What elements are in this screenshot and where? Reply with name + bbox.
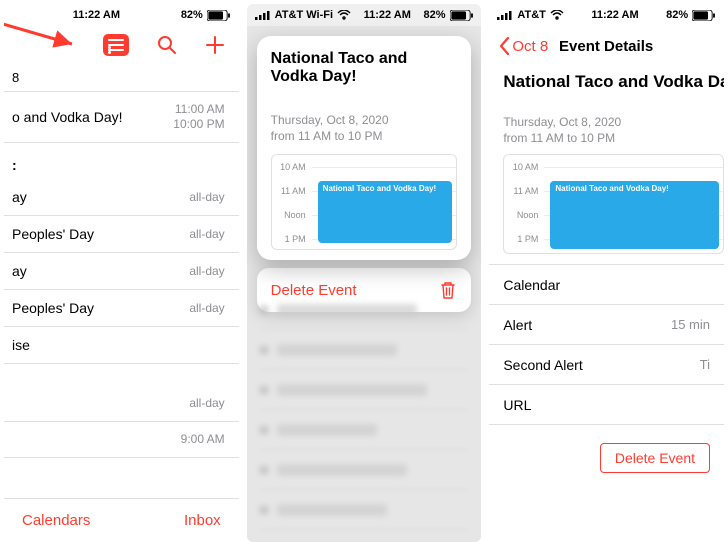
list-item[interactable]: 9:00 AM — [4, 422, 239, 458]
signal-icon — [497, 10, 513, 20]
bottom-toolbar: Calendars Inbox — [4, 498, 239, 542]
event-header: National Taco and Vodka Day! — [489, 66, 724, 92]
toolbar — [4, 26, 239, 64]
nav-bar: Oct 8 Event Details — [489, 26, 724, 66]
list-item[interactable]: all-day — [4, 386, 239, 422]
event-times: 11:00 AM 10:00 PM — [173, 102, 224, 132]
event-title: National Taco and Vodka Day! — [271, 50, 458, 86]
url-cell[interactable]: URL — [489, 385, 724, 425]
inbox-button[interactable]: Inbox — [184, 512, 221, 529]
alert-value: 15 min — [671, 317, 710, 332]
status-bar: AT&T 11:22 AM 82% — [489, 4, 724, 26]
timeline-preview: 10 AM 11 AM Noon 1 PM National Taco and … — [503, 154, 724, 254]
event-list[interactable]: o and Vodka Day! 11:00 AM 10:00 PM : ay … — [4, 91, 239, 498]
battery-percentage: 82% — [181, 9, 203, 21]
date-header: 8 — [4, 64, 239, 91]
section-header: : — [4, 143, 239, 179]
delete-event-button[interactable]: Delete Event — [600, 443, 710, 473]
add-event-icon[interactable] — [205, 35, 225, 55]
signal-icon — [255, 10, 271, 20]
nav-title: Event Details — [498, 38, 714, 55]
list-item[interactable]: ay all-day — [4, 179, 239, 216]
list-item[interactable]: Peoples' Day all-day — [4, 216, 239, 253]
event-title: National Taco and Vodka Day! — [503, 72, 724, 92]
event-title: o and Vodka Day! — [12, 109, 123, 125]
screen-context-menu: AT&T Wi-Fi 11:22 AM 82% National Taco an… — [247, 4, 482, 542]
second-alert-value: Ti — [700, 357, 710, 372]
screen-event-details: AT&T 11:22 AM 82% Oct 8 Event Details Na… — [489, 4, 724, 542]
battery-icon — [207, 10, 231, 21]
list-item[interactable]: Peoples' Day all-day — [4, 290, 239, 327]
status-time: 11:22 AM — [12, 9, 181, 21]
blurred-background-list — [247, 286, 482, 542]
second-alert-cell[interactable]: Second Alert Ti — [489, 345, 724, 385]
details-list: Calendar Alert 15 min Second Alert Ti UR… — [489, 264, 724, 425]
wifi-icon — [337, 10, 351, 20]
status-time: 11:22 AM — [564, 9, 666, 21]
event-datetime: Thursday, Oct 8, 2020 from 11 AM to 10 P… — [489, 92, 724, 154]
list-item[interactable]: ay all-day — [4, 253, 239, 290]
event-preview-card[interactable]: National Taco and Vodka Day! Thursday, O… — [257, 36, 472, 260]
search-icon[interactable] — [157, 35, 177, 55]
screen-list-view: 11:22 AM 82% 8 o and Vodka Day! 11:00 AM… — [4, 4, 239, 542]
status-bar: 11:22 AM 82% — [4, 4, 239, 26]
battery-percentage: 82% — [423, 9, 445, 21]
timeline-event-block: National Taco and Vodka Day! — [550, 181, 719, 249]
battery-icon — [450, 10, 474, 21]
list-item[interactable]: o and Vodka Day! 11:00 AM 10:00 PM — [4, 91, 239, 143]
carrier-label: AT&T — [517, 9, 546, 21]
timeline-event-block: National Taco and Vodka Day! — [318, 181, 453, 243]
carrier-label: AT&T Wi-Fi — [275, 9, 333, 21]
list-view-button[interactable] — [103, 34, 129, 56]
event-datetime: Thursday, Oct 8, 2020 from 11 AM to 10 P… — [271, 112, 458, 144]
battery-percentage: 82% — [666, 9, 688, 21]
list-item[interactable]: ise — [4, 327, 239, 364]
battery-icon — [692, 10, 716, 21]
alert-cell[interactable]: Alert 15 min — [489, 305, 724, 345]
wifi-icon — [550, 10, 564, 20]
timeline-preview: 10 AM 11 AM Noon 1 PM National Taco and … — [271, 154, 458, 250]
calendar-cell[interactable]: Calendar — [489, 265, 724, 305]
status-time: 11:22 AM — [351, 9, 423, 21]
calendars-button[interactable]: Calendars — [22, 512, 90, 529]
status-bar: AT&T Wi-Fi 11:22 AM 82% — [247, 4, 482, 26]
tutorial-arrow — [4, 20, 94, 60]
